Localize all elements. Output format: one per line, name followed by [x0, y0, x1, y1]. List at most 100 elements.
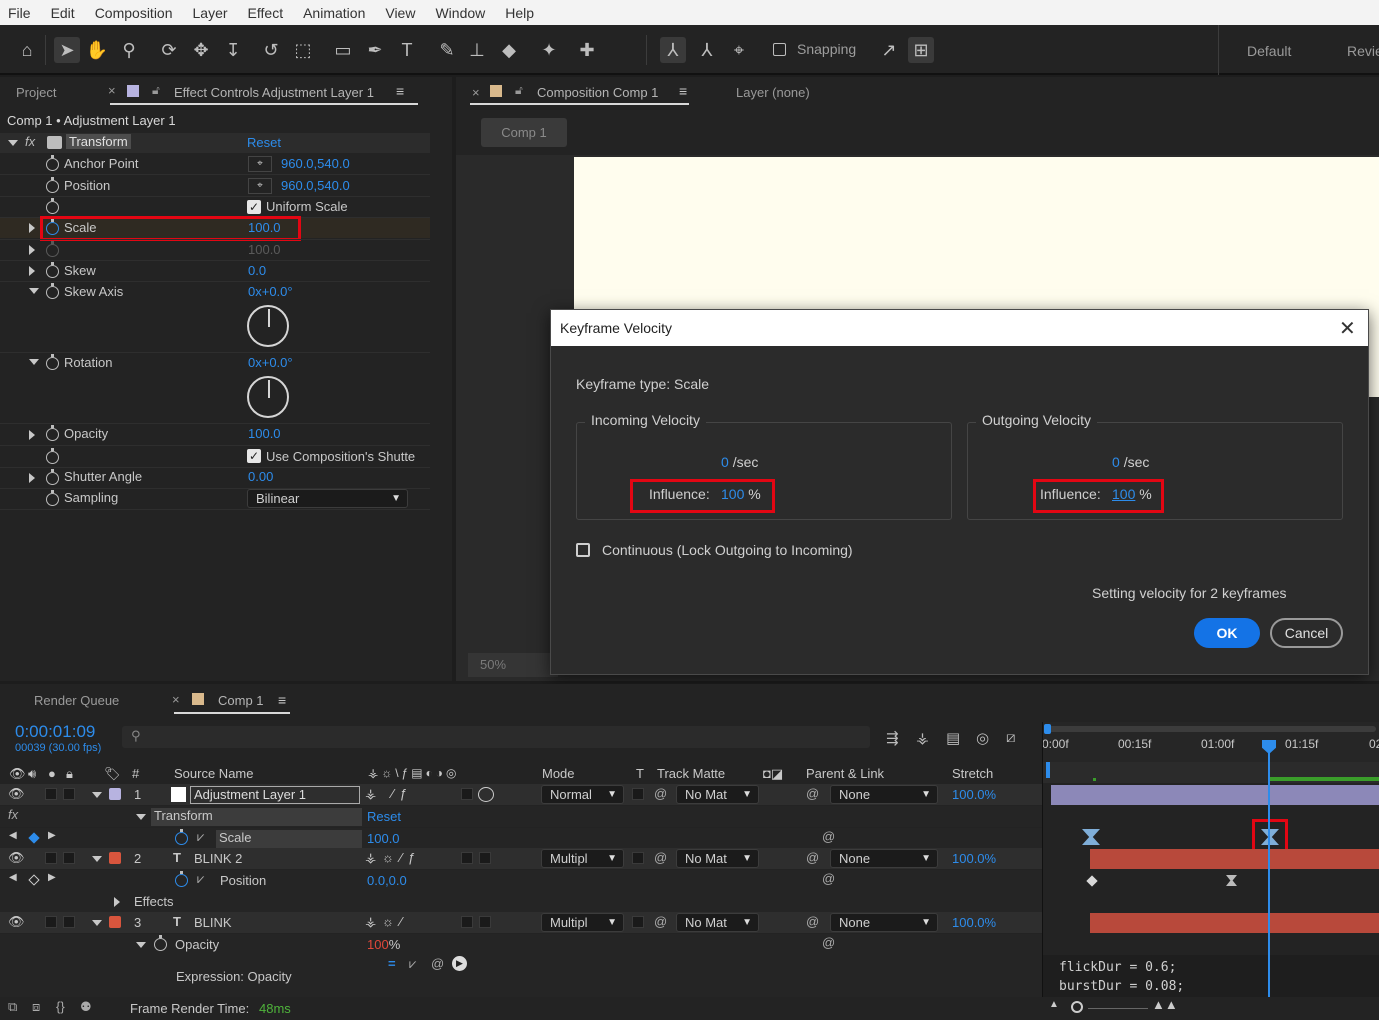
layer-twirl[interactable] [92, 920, 102, 926]
expression-enable-icon[interactable]: = [388, 956, 396, 971]
comp-mini-flowchart-icon[interactable]: ⇶ [886, 729, 899, 747]
work-area-start[interactable] [1044, 724, 1051, 734]
expression-pick-icon[interactable]: @ [822, 935, 835, 950]
toggle-in-out-icon[interactable]: {} [56, 999, 65, 1014]
work-area-bar[interactable] [1046, 726, 1376, 732]
tab-project[interactable]: Project [16, 85, 56, 100]
layer-2-bar[interactable] [1090, 849, 1379, 869]
menu-layer[interactable]: Layer [193, 5, 228, 21]
crosshair-icon[interactable]: ⌖ [248, 156, 272, 172]
sampling-dropdown[interactable]: Bilinear ▼ [247, 489, 408, 508]
timecode[interactable]: 0:00:01:09 [15, 722, 95, 742]
prev-keyframe-icon[interactable]: ◀ [9, 872, 17, 883]
layer-switches[interactable]: ⚶ ⁄ƒ [365, 786, 413, 802]
local-axis-icon[interactable]: ⅄ [660, 37, 686, 63]
expression-pickwhip-icon[interactable]: @ [431, 956, 444, 971]
panel-menu-icon[interactable]: ≡ [679, 83, 687, 99]
track-matte-dropdown[interactable]: No Mat ▼ [676, 849, 759, 868]
panel-menu-icon[interactable]: ≡ [396, 83, 404, 99]
skew-axis-dial[interactable] [247, 305, 289, 347]
expression-pick-icon[interactable]: @ [822, 829, 835, 844]
tab-effect-controls[interactable]: Effect Controls Adjustment Layer 1 [174, 85, 374, 100]
expression-pick-icon[interactable]: @ [822, 871, 835, 886]
layer-row-2[interactable]: 👁︎ 2 T BLINK 2 ⚶☼⁄ƒ Multipl ▼ @ No Mat ▼ @… [0, 848, 1043, 869]
tab-render-queue[interactable]: Render Queue [34, 693, 119, 708]
layer-1-bar[interactable] [1051, 785, 1379, 805]
close-tab-icon[interactable]: × [172, 692, 180, 707]
layer-name[interactable]: BLINK 2 [194, 851, 242, 866]
transform-reset[interactable]: Reset [247, 135, 281, 150]
transform-twirl[interactable] [8, 140, 18, 146]
scale-value[interactable]: 100.0 [367, 831, 400, 846]
skew-twirl[interactable] [29, 266, 35, 276]
cancel-button[interactable]: Cancel [1270, 618, 1343, 648]
zoom-tool-icon[interactable]: ⚲ [116, 37, 142, 63]
snapping-checkbox[interactable] [773, 43, 786, 56]
pick-whip-icon[interactable]: @ [806, 914, 819, 929]
shy-layers-icon[interactable]: ⚶ [916, 729, 929, 747]
fx-icon[interactable]: fx [25, 134, 35, 149]
stretch-value[interactable]: 100.0% [952, 851, 996, 866]
source-name-col-label[interactable]: Source Name [174, 766, 253, 781]
lock-icon[interactable]: 🔓︎ [152, 83, 160, 98]
stretch-value[interactable]: 100.0% [952, 787, 996, 802]
stopwatch-icon[interactable] [46, 448, 59, 464]
dolly-tool-icon[interactable]: ↧ [220, 37, 246, 63]
parent-dropdown[interactable]: None ▼ [830, 913, 938, 932]
stopwatch-icon[interactable] [154, 935, 167, 951]
layer-label-color[interactable] [109, 852, 121, 864]
rectangle-tool-icon[interactable]: ▭ [330, 37, 356, 63]
toggle-modes-icon[interactable]: ⧈ [32, 999, 40, 1015]
pick-whip-icon[interactable]: @ [806, 850, 819, 865]
workspace-review[interactable]: Revie [1347, 43, 1379, 59]
skew-axis-twirl[interactable] [29, 288, 39, 294]
position-value[interactable]: 960.0,540.0 [281, 178, 350, 193]
opacity-value[interactable]: 100 [367, 937, 389, 952]
next-keyframe-icon[interactable]: ▶ [48, 872, 56, 883]
close-tab-icon[interactable]: × [108, 83, 116, 98]
menu-file[interactable]: File [8, 5, 31, 21]
adjustment-switch-icon[interactable] [478, 787, 494, 802]
matte-link-icon[interactable]: @ [654, 850, 667, 865]
expression-editor[interactable]: flickDur = 0.6; burstDur = 0.08; [1043, 955, 1379, 997]
tab-layer[interactable]: Layer (none) [736, 85, 810, 100]
outgoing-velocity-value[interactable]: 0 [1112, 454, 1120, 470]
zoom-out-icon[interactable]: ▲ [1049, 999, 1059, 1010]
layer-row-1[interactable]: 👁︎ 1 Adjustment Layer 1 ⚶ ⁄ƒ Normal ▼ @ N… [0, 784, 1043, 805]
menu-animation[interactable]: Animation [303, 5, 365, 21]
position-value[interactable]: 0.0,0.0 [367, 873, 407, 888]
hand-tool-icon[interactable]: ✋ [84, 37, 110, 63]
track-matte-dropdown[interactable]: No Mat ▼ [676, 913, 759, 932]
matte-link-icon[interactable]: @ [654, 786, 667, 801]
tab-composition[interactable]: Composition Comp 1 [537, 85, 658, 100]
ok-button[interactable]: OK [1194, 618, 1260, 648]
layer-twirl[interactable] [92, 856, 102, 862]
anchor-tool-icon[interactable]: ⬚ [290, 37, 316, 63]
motion-blur-icon[interactable]: ◎ [976, 729, 989, 747]
parent-dropdown[interactable]: None ▼ [830, 785, 938, 804]
layer-switches[interactable]: ⚶☼⁄ [365, 914, 408, 930]
layer-twirl[interactable] [92, 792, 102, 798]
parent-dropdown[interactable]: None ▼ [830, 849, 938, 868]
eraser-tool-icon[interactable]: ◆ [496, 37, 522, 63]
time-ruler[interactable]: 0:00f 00:15f 01:00f 01:15f 02 [1042, 722, 1379, 762]
visibility-eye-icon[interactable]: 👁︎ [8, 914, 25, 930]
home-icon[interactable]: ⌂ [14, 37, 40, 63]
toggle-switches-icon[interactable]: ⧉ [8, 999, 17, 1015]
expression-graph-icon[interactable]: ⩗ [409, 956, 416, 972]
continuous-checkbox[interactable] [576, 543, 590, 557]
stopwatch-icon[interactable] [46, 177, 59, 193]
layer-name[interactable]: Adjustment Layer 1 [190, 786, 360, 804]
layer-3-bar[interactable] [1090, 913, 1379, 933]
skew-axis-value[interactable]: 0x+0.0° [248, 284, 293, 299]
menu-composition[interactable]: Composition [95, 5, 173, 21]
rotation-twirl[interactable] [29, 359, 39, 365]
graph-icon[interactable]: ⩗ [197, 871, 204, 887]
pan-tool-icon[interactable]: ✥ [188, 37, 214, 63]
zoom-in-icon[interactable]: ▲▲ [1152, 997, 1178, 1012]
rotation-value[interactable]: 0x+0.0° [248, 355, 293, 370]
menu-edit[interactable]: Edit [51, 5, 75, 21]
stopwatch-icon[interactable] [46, 198, 59, 214]
matte-link-icon[interactable]: @ [654, 914, 667, 929]
menu-help[interactable]: Help [505, 5, 534, 21]
